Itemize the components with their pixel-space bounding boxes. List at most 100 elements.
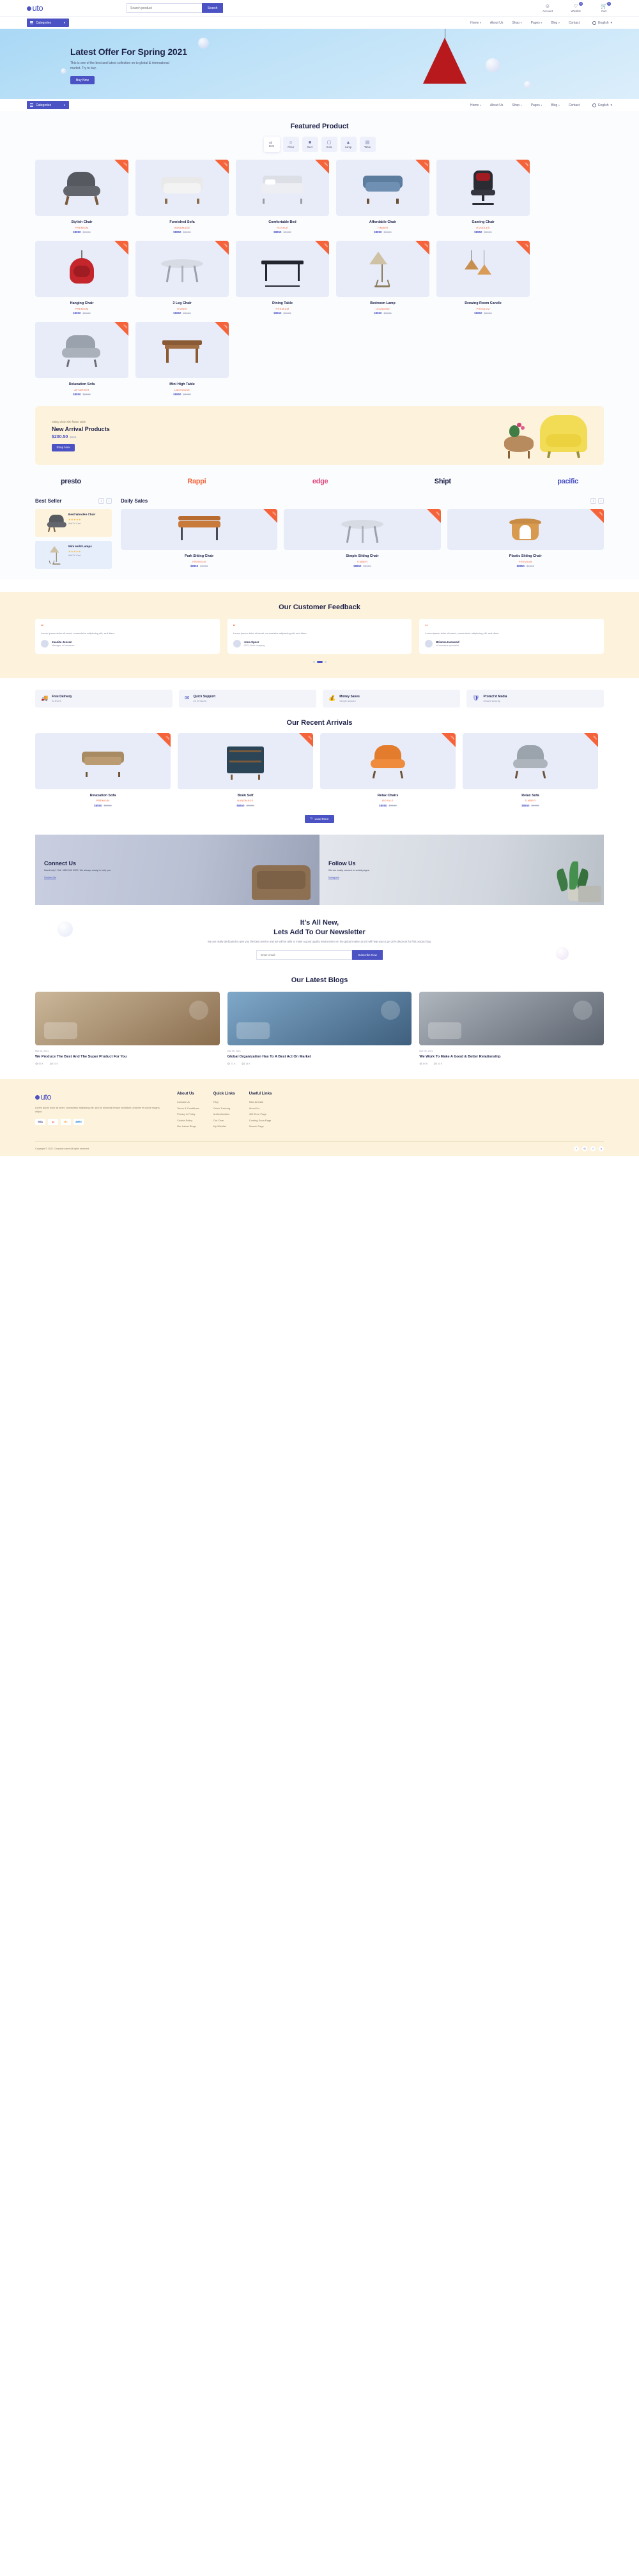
footer-link[interactable]: Our Latest Blogs <box>177 1125 199 1128</box>
product-card[interactable]: -20% Relax Sofa TIMBER $8850 $9990 <box>463 732 598 807</box>
product-thumbnail[interactable]: -20% <box>336 160 429 216</box>
nav-item-contact[interactable]: Contact <box>569 21 580 25</box>
instagram-icon[interactable]: ◎ <box>582 1146 587 1151</box>
product-thumbnail[interactable]: -20% <box>35 732 171 789</box>
footer-link[interactable]: Cookie Policy <box>177 1119 199 1122</box>
filter-tab-lamp[interactable]: ▲ Lamp <box>340 137 357 152</box>
filter-tab-table[interactable]: ▤ Table <box>359 137 376 152</box>
product-thumbnail[interactable]: -20% <box>436 160 530 216</box>
product-card[interactable]: -20% Plastic Sitting Chair PREMIUM $8850 $99… <box>447 509 604 568</box>
product-card[interactable]: -20% Hanging Chair PREMIUM $8850 $9990 <box>35 241 128 315</box>
blog-title[interactable]: Global Organization Has To A Best Act On… <box>227 1054 412 1059</box>
product-card[interactable]: -20% Park Sitting Chair PREMIUM $8850 $9990 <box>121 509 278 568</box>
blog-post[interactable]: Mar 05, 2021 Global Organization Has To A… <box>227 992 412 1065</box>
blog-image[interactable] <box>35 992 220 1045</box>
nav-item-shop[interactable]: Shop ▾ <box>512 21 521 25</box>
product-thumbnail[interactable]: -20% <box>135 241 229 297</box>
product-card[interactable]: -20% Relax Chairs ROYALE $8850 $9990 <box>320 732 456 807</box>
nav2-item-shop[interactable]: Shop ▾ <box>512 103 521 107</box>
facebook-icon[interactable]: f <box>574 1146 579 1151</box>
follow-link[interactable]: Instagram <box>328 876 415 879</box>
pinterest-icon[interactable]: p <box>599 1146 604 1151</box>
next-arrow-icon[interactable]: › <box>598 498 604 504</box>
product-card[interactable]: -20% Dining Table PREMIUM $8850 $9990 <box>236 241 329 315</box>
product-thumbnail[interactable]: -20% <box>135 160 229 216</box>
product-card[interactable]: -20% Relaxation Sofa AFTAREER $8850 $9990 <box>35 322 128 396</box>
footer-link[interactable]: About Us <box>249 1107 272 1110</box>
arrival-shop-button[interactable]: Shop Now <box>52 443 75 451</box>
product-thumbnail[interactable]: -20% <box>236 241 329 297</box>
footer-link[interactable]: My Wishlist <box>213 1125 235 1128</box>
load-more-button[interactable]: ↻ Load More <box>305 814 334 823</box>
filter-tab-bed[interactable]: ■ Bed <box>302 137 318 152</box>
wishlist-icon[interactable]: 00 ♡ Wishlist <box>567 2 584 13</box>
product-card[interactable]: -20% Furnished Sofa HANDMADE $8850 $9990 <box>135 160 229 234</box>
product-thumbnail[interactable]: -20% <box>320 732 456 789</box>
nav-item-pages[interactable]: Pages ▾ <box>531 21 543 25</box>
nav2-item-contact[interactable]: Contact <box>569 103 580 107</box>
footer-link[interactable]: Authentication <box>213 1112 235 1116</box>
product-thumbnail[interactable]: -20% <box>135 322 229 378</box>
product-card[interactable]: -20% Mini High Table LADHOUSE $8850 $9990 <box>135 322 229 396</box>
dot-active[interactable] <box>316 661 323 663</box>
footer-link[interactable]: FAQ <box>213 1100 235 1103</box>
product-card[interactable]: -20% Book Self HANDMADE $8850 $9990 <box>178 732 313 807</box>
language-selector[interactable]: English ▾ <box>592 20 612 25</box>
product-card[interactable]: -20% 3 Leg Chair TIMBER $8850 $9990 <box>135 241 229 315</box>
product-thumbnail[interactable]: -20% <box>35 322 128 378</box>
product-thumbnail[interactable]: -20% <box>236 160 329 216</box>
dot[interactable] <box>324 661 327 663</box>
product-card[interactable]: -20% Drawing Room Candle PREMIUM $8850 $9990 <box>436 241 530 315</box>
filter-tab-sofa[interactable]: ▢ Sofa <box>321 137 337 152</box>
categories-button[interactable]: Categories ▼ <box>27 19 69 27</box>
product-thumbnail[interactable]: -20% <box>35 241 128 297</box>
product-card[interactable]: -20% Relaxation Sofa PREMIUM $8850 $9990 <box>35 732 171 807</box>
blog-title[interactable]: We Work To Make A Good & Better Relation… <box>419 1054 604 1059</box>
nav-item-home[interactable]: Home ▾ <box>470 21 481 25</box>
bestseller-item[interactable]: Best Wooden Chair ★★★★★ Add To Cart <box>35 509 112 537</box>
product-thumbnail[interactable]: -20% <box>35 160 128 216</box>
footer-link[interactable]: Terms & Conditions <box>177 1107 199 1110</box>
blog-post[interactable]: Mar 09, 2021 We Work To Make A Good & Bet… <box>419 992 604 1065</box>
connect-link[interactable]: Contact Us <box>44 876 131 879</box>
account-icon[interactable]: ☺ Account <box>539 3 556 13</box>
blog-image[interactable] <box>419 992 604 1045</box>
cart-icon[interactable]: 00 🛒 Cart <box>596 2 612 13</box>
hero-buy-button[interactable]: Buy Now <box>70 76 95 84</box>
product-card[interactable]: -20% Simple Sitting Chair TIMBER $8850 $9990 <box>284 509 441 568</box>
nav-item-about[interactable]: About Us <box>490 21 504 25</box>
filter-tab-chair[interactable]: ☺ Chair <box>282 137 299 152</box>
footer-link[interactable]: Privacy & Policy <box>177 1112 199 1116</box>
footer-link[interactable]: Order Tracking <box>213 1107 235 1110</box>
product-card[interactable]: -20% Stylish Chair PREMIUM $8850 $9990 <box>35 160 128 234</box>
product-card[interactable]: -20% Affordable Chair TIMBER $8850 $9990 <box>336 160 429 234</box>
product-card[interactable]: -20% Gaming Chair HUNDLES $8850 $9990 <box>436 160 530 234</box>
footer-link[interactable]: New Arrivals <box>249 1100 272 1103</box>
search-button[interactable]: Search <box>202 3 223 13</box>
add-to-cart-link[interactable]: Add To Cart <box>68 522 95 525</box>
nav2-item-home[interactable]: Home ▾ <box>470 103 481 107</box>
product-thumbnail[interactable]: -20% <box>284 509 441 550</box>
prev-arrow-icon[interactable]: ‹ <box>98 498 104 504</box>
footer-link[interactable]: Search Page <box>249 1125 272 1128</box>
search-box[interactable]: Search <box>127 3 223 13</box>
product-thumbnail[interactable]: -20% <box>436 241 530 297</box>
newsletter-subscribe-button[interactable]: Subscribe Now <box>352 950 383 960</box>
product-thumbnail[interactable]: -20% <box>178 732 313 789</box>
product-thumbnail[interactable]: -20% <box>121 509 278 550</box>
blog-post[interactable]: Mar 03, 2021 We Produce The Best And The … <box>35 992 220 1065</box>
product-card[interactable]: -20% Bedroom Lamp LEANDINE $8850 $9990 <box>336 241 429 315</box>
dot[interactable] <box>312 661 315 663</box>
footer-logo[interactable]: uto <box>35 1092 163 1102</box>
categories-button-2[interactable]: Categories ▼ <box>27 101 69 109</box>
product-card[interactable]: -20% Comfortable Bed ROYALE $8850 $9990 <box>236 160 329 234</box>
product-thumbnail[interactable]: -20% <box>336 241 429 297</box>
footer-link[interactable]: Coming Soon Page <box>249 1119 272 1122</box>
blog-title[interactable]: We Produce The Best And The Super Produc… <box>35 1054 220 1059</box>
footer-link[interactable]: Our Care <box>213 1119 235 1122</box>
footer-link[interactable]: 400 Error Page <box>249 1112 272 1116</box>
nav2-item-pages[interactable]: Pages ▾ <box>531 103 543 107</box>
filter-tab-all-item[interactable]: All Item <box>263 137 280 152</box>
product-thumbnail[interactable]: -20% <box>447 509 604 550</box>
blog-image[interactable] <box>227 992 412 1045</box>
